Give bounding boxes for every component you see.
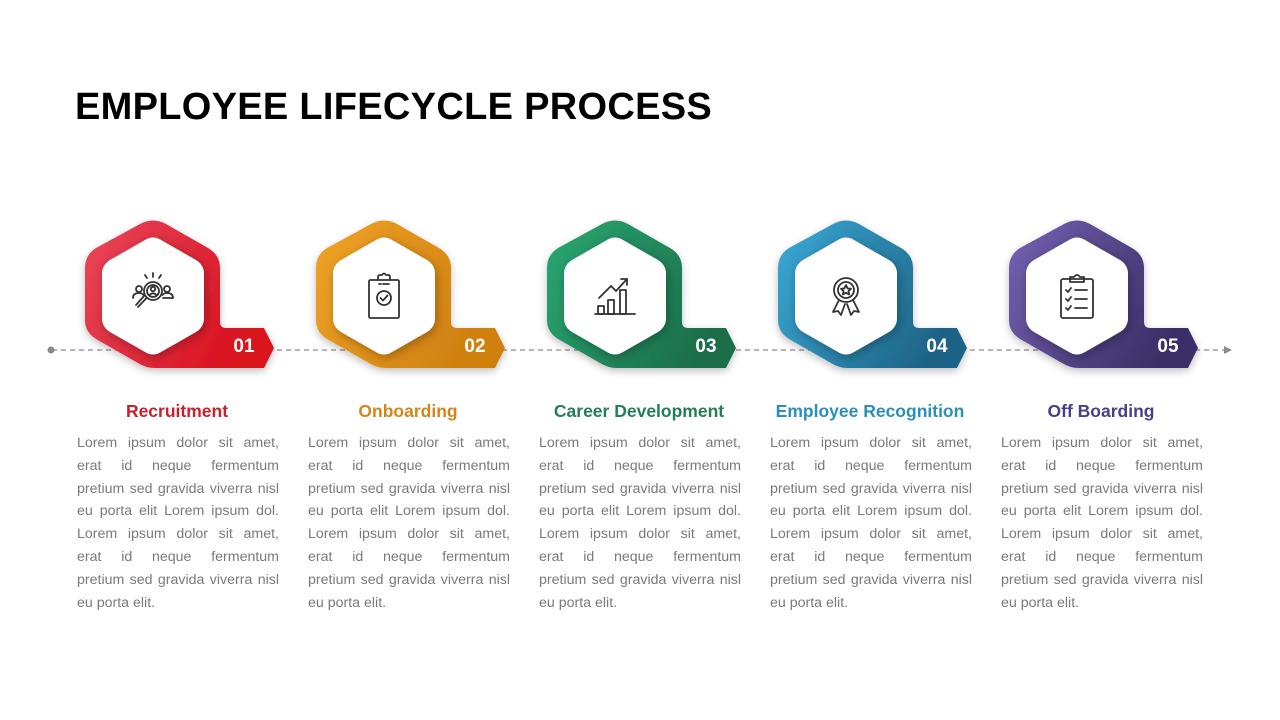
award-ribbon-icon xyxy=(818,268,874,324)
step-badge-shape xyxy=(85,220,274,368)
step-badge-shape xyxy=(316,220,505,368)
step-badge-shape xyxy=(1009,220,1198,368)
process-step-1: 01 Recruitment Lorem ipsum dolor sit ame… xyxy=(0,0,279,720)
growth-chart-icon xyxy=(587,268,643,324)
step-number: 05 xyxy=(1157,336,1179,357)
step-description: Lorem ipsum dolor sit amet, erat id nequ… xyxy=(1001,435,1203,611)
step-badge-shape xyxy=(547,220,736,368)
clipboard-check-icon xyxy=(356,268,412,324)
process-step-3: 03 Career Development Lorem ipsum dolor … xyxy=(462,0,741,720)
timeline-end-arrow-icon xyxy=(1224,346,1232,354)
process-step-2: 02 Onboarding Lorem ipsum dolor sit amet… xyxy=(231,0,510,720)
step-badge-shape xyxy=(778,220,967,368)
recruitment-search-people-icon xyxy=(125,268,181,324)
process-step-5: 05 Off Boarding Lorem ipsum dolor sit am… xyxy=(924,0,1203,720)
checklist-clipboard-icon xyxy=(1049,268,1105,324)
step-heading: Off Boarding xyxy=(1047,401,1155,421)
process-step-4: 04 Employee Recognition Lorem ipsum dolo… xyxy=(693,0,972,720)
